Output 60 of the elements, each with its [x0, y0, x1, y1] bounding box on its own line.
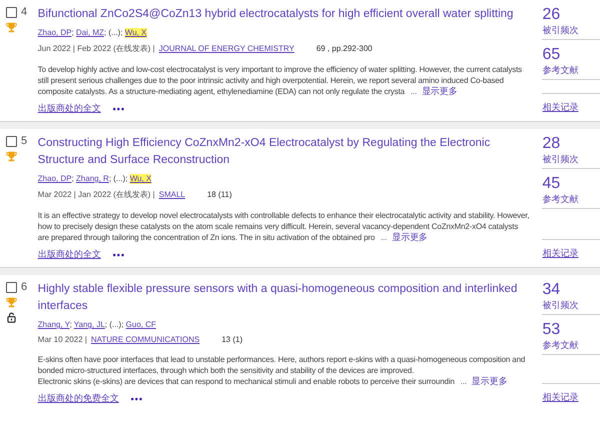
citation-count[interactable]: 28	[542, 135, 600, 153]
record-number: 4	[21, 6, 28, 18]
journal-link[interactable]: SMALL	[158, 190, 186, 199]
publication-date: Mar 10 2022 |	[38, 335, 87, 344]
reference-count[interactable]: 45	[542, 175, 600, 193]
abstract-text: It is an effective strategy to develop novel electrocatalysts with controllable defects to enhance their electrocatalytic activity and stability. However, how to precisely design these catalysts on the atom scale remains very difficult. Herein, several vacancy-dependent CoZnxMn2-xO4 catalysts are prepared through tailoring the concentration of Zn ions. The in situ activation of the obtained pro ... 显示更多	[38, 210, 530, 243]
citation-label: 被引频次	[542, 24, 580, 37]
volume-info: 18 (11)	[207, 190, 232, 199]
show-more-link[interactable]: 显示更多	[422, 86, 458, 96]
volume-info: 69 , pp.292-300	[316, 44, 372, 53]
journal-link[interactable]: JOURNAL OF ENERGY CHEMISTRY	[158, 44, 294, 53]
full-text-link[interactable]: 出版商处的全文	[38, 248, 101, 261]
related-records-link[interactable]: 相关记录	[542, 392, 578, 402]
show-more-link[interactable]: 显示更多	[472, 376, 508, 386]
journal-link[interactable]: NATURE COMMUNICATIONS	[91, 335, 200, 344]
publication-date: Mar 2022 | Jan 2022 (在线发表) |	[38, 189, 155, 200]
checkbox[interactable]	[6, 282, 17, 292]
citation-label: 被引频次	[542, 153, 580, 166]
author-line: Zhang, Y; Yang, JL; (...); Guo, CF	[38, 320, 158, 329]
author-link[interactable]: Zhao, DP	[38, 174, 72, 183]
reference-label: 参考文献	[542, 339, 580, 352]
author-link[interactable]: Yang, JL	[74, 320, 105, 329]
more-options-button[interactable]: •••	[112, 250, 126, 260]
citation-label: 被引频次	[542, 299, 580, 312]
trophy-icon	[6, 151, 17, 162]
trophy-icon	[6, 22, 17, 33]
checkbox[interactable]	[6, 136, 17, 146]
related-records-link[interactable]: 相关记录	[542, 248, 578, 258]
more-options-button[interactable]: •••	[130, 394, 144, 404]
author-link[interactable]: Dai, MZ	[76, 28, 104, 37]
volume-info: 13 (1)	[222, 335, 242, 344]
author-link[interactable]: Zhang, Y	[38, 320, 70, 329]
lock-icon	[6, 312, 17, 323]
abstract-text: E-skins often have poor interfaces that lead to unstable performances. Here, authors report e-skins with a quasi-homogeneous composition and bonded micro-structured interfaces, through which both the sensitivity and stability of the devices are improved.	[38, 354, 526, 376]
abstract-text: Electronic skins (e-skins) are devices that can respond to mechanical stimuli and enable robots to perceive their surroundin ... 显示更多	[38, 376, 508, 387]
checkbox[interactable]	[6, 6, 17, 18]
record-number: 6	[21, 281, 28, 293]
reference-label: 参考文献	[542, 193, 580, 206]
abstract-text: To develop highly active and low-cost electrocatalyst is very important to improve the efficiency of water splitting. However, the current catalysts still present serious challenges due to the poor intrinsic activity and high overpotential. Herein, we report several amino induced Co-based composite catalysts. As a structure-mediating agent, ethylenediamine (EDA) can not only regulate the crysta ... 显示更多	[38, 64, 523, 97]
author-link[interactable]: Guo, CF	[126, 320, 156, 329]
author-link[interactable]: Wu, X	[124, 28, 147, 38]
reference-label: 参考文献	[542, 64, 580, 77]
record-title[interactable]: Bifunctional ZnCo2S4@CoZn13 hybrid electrocatalysts for high efficient overall water splitting	[38, 6, 530, 23]
reference-count[interactable]: 53	[542, 321, 600, 339]
record-title[interactable]: Highly stable flexible pressure sensors with a quasi-homogeneous composition and interlinked interfaces	[38, 281, 530, 315]
record-title[interactable]: Constructing High Efficiency CoZnxMn2-xO4 Electrocatalyst by Regulating the Electronic Structure and Surface Reconstruction	[38, 135, 530, 169]
publication-date: Jun 2022 | Feb 2022 (在线发表) |	[38, 43, 155, 54]
full-text-link[interactable]: 出版商处的免费全文	[38, 392, 119, 405]
trophy-icon	[6, 297, 17, 308]
reference-count[interactable]: 65	[542, 46, 600, 64]
related-records-link[interactable]: 相关记录	[542, 102, 578, 112]
citation-count[interactable]: 34	[542, 281, 600, 299]
author-link[interactable]: Zhang, R	[76, 174, 109, 183]
citation-count[interactable]: 26	[542, 6, 600, 24]
more-options-button[interactable]: •••	[112, 104, 126, 114]
record-number: 5	[21, 135, 28, 147]
author-line: Zhao, DP; Dai, MZ; (...); Wu, X	[38, 28, 148, 37]
full-text-link[interactable]: 出版商处的全文	[38, 102, 101, 115]
author-link[interactable]: Zhao, DP	[38, 28, 72, 37]
show-more-link[interactable]: 显示更多	[392, 232, 428, 242]
